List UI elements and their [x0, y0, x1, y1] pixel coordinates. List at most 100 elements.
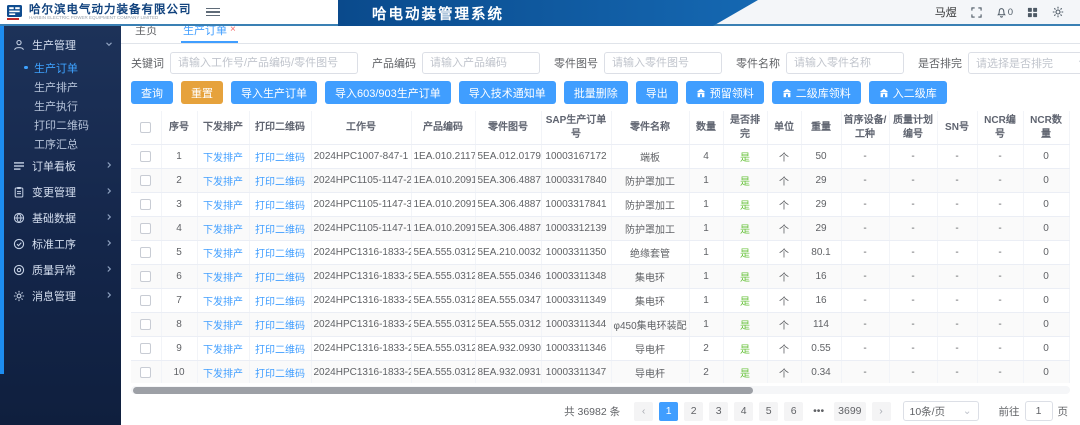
filter-select[interactable]: 请选择是否排完: [968, 52, 1080, 74]
page-button-3699[interactable]: 3699: [834, 402, 865, 421]
dispatch-link[interactable]: 下发排产: [203, 249, 243, 260]
sidebar-subitem-0-2[interactable]: 生产执行: [0, 96, 121, 115]
toolbar-button-6[interactable]: 导出: [636, 81, 678, 104]
cell-dispatch: 下发排产: [197, 289, 249, 313]
page-button-2[interactable]: 2: [684, 402, 703, 421]
sidebar-subitem-0-3[interactable]: 打印二维码: [0, 115, 121, 134]
username[interactable]: 马煜: [935, 4, 957, 20]
page-button-5[interactable]: 5: [759, 402, 778, 421]
toolbar-button-7[interactable]: 预留领料: [686, 81, 764, 104]
print-link[interactable]: 打印二维码: [255, 201, 305, 212]
print-link[interactable]: 打印二维码: [255, 273, 305, 284]
print-link[interactable]: 打印二维码: [255, 249, 305, 260]
dispatch-link[interactable]: 下发排产: [203, 345, 243, 356]
cell-ncr_no: -: [977, 289, 1023, 313]
cell-sap_no: 10003311348: [541, 265, 611, 289]
page-button-6[interactable]: 6: [784, 402, 803, 421]
row-checkbox[interactable]: [140, 343, 151, 354]
cell-part_no: 8EA.932.0931: [475, 361, 541, 384]
row-checkbox[interactable]: [140, 271, 151, 282]
cell-weight: 0.55: [801, 337, 841, 361]
cell-print: 打印二维码: [249, 145, 311, 169]
cell-part_name: 绝缘套管: [611, 241, 689, 265]
cell-unit: 个: [767, 241, 801, 265]
page-size-select[interactable]: 10条/页 ⌄: [903, 401, 979, 421]
scrollbar-thumb[interactable]: [133, 387, 753, 394]
cell-print: 打印二维码: [249, 241, 311, 265]
prev-page-button[interactable]: ‹: [634, 402, 653, 421]
goto-page-input[interactable]: [1025, 401, 1053, 421]
select-all-checkbox[interactable]: [140, 122, 151, 133]
cell-sap_no: 10003311346: [541, 337, 611, 361]
next-page-button[interactable]: ›: [872, 402, 891, 421]
page-button-4[interactable]: 4: [734, 402, 753, 421]
dispatch-link[interactable]: 下发排产: [203, 153, 243, 164]
toolbar-button-2[interactable]: 导入生产订单: [231, 81, 317, 104]
toolbar-button-0[interactable]: 查询: [131, 81, 173, 104]
sidebar-group-5[interactable]: 质量异常: [0, 257, 121, 283]
row-checkbox[interactable]: [140, 175, 151, 186]
print-link[interactable]: 打印二维码: [255, 297, 305, 308]
row-checkbox[interactable]: [140, 151, 151, 162]
cell-ncr_qty: 0: [1023, 361, 1069, 384]
row-checkbox[interactable]: [140, 199, 151, 210]
dispatch-link[interactable]: 下发排产: [203, 369, 243, 380]
page-button-3[interactable]: 3: [709, 402, 728, 421]
row-checkbox[interactable]: [140, 295, 151, 306]
filter-select-placeholder: 请选择是否排完: [976, 55, 1078, 71]
sidebar-group-2[interactable]: 变更管理: [0, 179, 121, 205]
table-header-row: 序号下发排产打印二维码工作号产品编码零件图号SAP生产订单号零件名称数量是否排完…: [131, 111, 1070, 145]
filter-input-1[interactable]: [422, 52, 540, 74]
notification-bell-icon[interactable]: 0: [996, 7, 1013, 18]
sidebar-group-3[interactable]: 基础数据: [0, 205, 121, 231]
cell-weight: 29: [801, 193, 841, 217]
sidebar-group-0[interactable]: 生产管理: [0, 32, 121, 58]
print-link[interactable]: 打印二维码: [255, 321, 305, 332]
sidebar-subitem-0-1[interactable]: 生产排产: [0, 77, 121, 96]
print-link[interactable]: 打印二维码: [255, 345, 305, 356]
close-tab-icon[interactable]: ×: [230, 25, 236, 35]
sidebar-group-4[interactable]: 标准工序: [0, 231, 121, 257]
toolbar-button-4[interactable]: 导入技术通知单: [459, 81, 556, 104]
dispatch-link[interactable]: 下发排产: [203, 321, 243, 332]
tab-bar: 主页生产订单×: [121, 26, 1080, 44]
cell-ncr_no: -: [977, 193, 1023, 217]
filter-input-2[interactable]: [604, 52, 722, 74]
print-link[interactable]: 打印二维码: [255, 225, 305, 236]
row-checkbox[interactable]: [140, 367, 151, 378]
filter-label: 产品编码: [372, 55, 416, 71]
dispatch-link[interactable]: 下发排产: [203, 177, 243, 188]
horizontal-scrollbar[interactable]: [131, 386, 1070, 394]
sidebar-subitem-0-4[interactable]: 工序汇总: [0, 134, 121, 153]
filter-input-0[interactable]: [170, 52, 358, 74]
cell-dispatch: 下发排产: [197, 313, 249, 337]
settings-gear-icon[interactable]: [1052, 6, 1064, 18]
row-checkbox[interactable]: [140, 319, 151, 330]
row-checkbox[interactable]: [140, 223, 151, 234]
cell-part_name: 防护罩加工: [611, 193, 689, 217]
toolbar-button-8[interactable]: 二级库领料: [772, 81, 861, 104]
print-link[interactable]: 打印二维码: [255, 153, 305, 164]
sidebar-subitem-0-0[interactable]: 生产订单: [0, 58, 121, 77]
print-link[interactable]: 打印二维码: [255, 369, 305, 380]
table-row-7: 7下发排产打印二维码2024HPC1316-1833-25EA.555.0312…: [131, 289, 1070, 313]
toolbar-button-9[interactable]: 入二级库: [869, 81, 947, 104]
toolbar-button-3[interactable]: 导入603/903生产订单: [325, 81, 451, 104]
toolbar-button-5[interactable]: 批量删除: [564, 81, 628, 104]
sidebar-group-1[interactable]: 订单看板: [0, 153, 121, 179]
page-button-1[interactable]: 1: [659, 402, 678, 421]
filter-input-3[interactable]: [786, 52, 904, 74]
cell-done: 是: [723, 217, 767, 241]
dispatch-link[interactable]: 下发排产: [203, 201, 243, 212]
fullscreen-icon[interactable]: [971, 7, 982, 18]
print-link[interactable]: 打印二维码: [255, 177, 305, 188]
toolbar-button-1[interactable]: 重置: [181, 81, 223, 104]
sidebar-collapse-icon[interactable]: [206, 8, 220, 17]
apps-grid-icon[interactable]: [1027, 7, 1038, 18]
dispatch-link[interactable]: 下发排产: [203, 273, 243, 284]
dispatch-link[interactable]: 下发排产: [203, 297, 243, 308]
row-checkbox[interactable]: [140, 247, 151, 258]
pagination: 共 36982 条 ‹ 123456•••3699 › 10条/页 ⌄ 前往 页: [131, 401, 1070, 421]
sidebar-group-6[interactable]: 消息管理: [0, 283, 121, 309]
dispatch-link[interactable]: 下发排产: [203, 225, 243, 236]
